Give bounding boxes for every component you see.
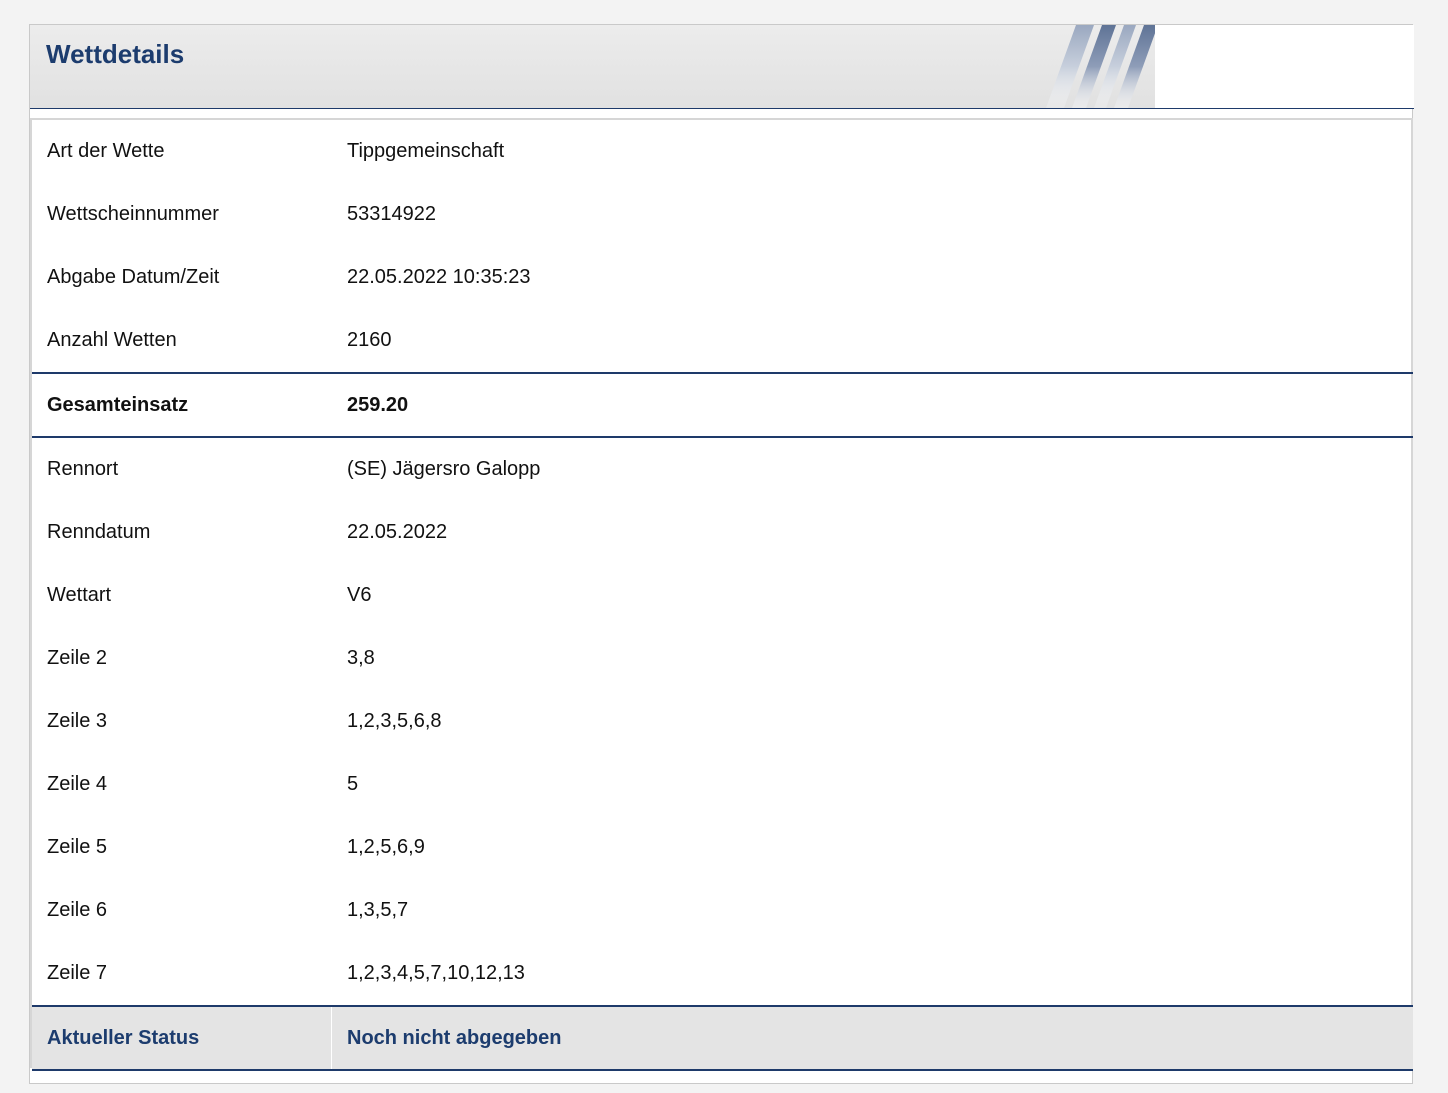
table-row: Renndatum 22.05.2022 xyxy=(32,501,1413,564)
row-value: 1,2,5,6,9 xyxy=(347,836,425,858)
total-stake-value: 259.20 xyxy=(347,393,409,416)
row-label: Zeile 7 xyxy=(47,962,108,984)
row-value: (SE) Jägersro Galopp xyxy=(347,458,541,480)
row-label: Zeile 6 xyxy=(47,899,108,921)
total-stake-row: Gesamteinsatz 259.20 xyxy=(32,372,1413,438)
table-row: Abgabe Datum/Zeit 22.05.2022 10:35:23 xyxy=(32,246,1413,309)
status-value: Noch nicht abgegeben xyxy=(347,1026,562,1049)
bet-details-panel: Wettdetails Art der Wette Tippgemeinscha… xyxy=(29,24,1414,1084)
table-row: Wettscheinnummer 53314922 xyxy=(32,183,1413,246)
total-stake-label: Gesamteinsatz xyxy=(47,393,189,416)
row-value: 53314922 xyxy=(347,203,436,225)
table-row: Zeile 2 3,8 xyxy=(32,627,1413,690)
status-row: Aktueller Status Noch nicht abgegeben xyxy=(32,1005,1413,1071)
table-row: Zeile 6 1,3,5,7 xyxy=(32,879,1413,942)
row-label: Wettart xyxy=(47,584,112,606)
row-label: Abgabe Datum/Zeit xyxy=(47,266,220,288)
page-title: Wettdetails xyxy=(46,39,185,69)
row-value: 5 xyxy=(347,773,359,795)
row-label: Wettscheinnummer xyxy=(47,203,219,225)
row-value: 3,8 xyxy=(347,647,375,669)
row-value: 22.05.2022 10:35:23 xyxy=(347,266,531,288)
row-label: Art der Wette xyxy=(47,140,165,162)
row-value: Tippgemeinschaft xyxy=(347,140,505,162)
table-row: Art der Wette Tippgemeinschaft xyxy=(32,120,1413,183)
details-table: Art der Wette Tippgemeinschaft Wettschei… xyxy=(30,118,1413,1071)
row-value: 1,2,3,5,6,8 xyxy=(347,710,442,732)
table-row: Zeile 4 5 xyxy=(32,753,1413,816)
row-label: Zeile 4 xyxy=(47,773,108,795)
panel-header: Wettdetails xyxy=(30,25,1414,109)
table-row: Zeile 5 1,2,5,6,9 xyxy=(32,816,1413,879)
status-divider xyxy=(331,1007,332,1069)
row-label: Zeile 3 xyxy=(47,710,108,732)
table-row: Anzahl Wetten 2160 xyxy=(32,309,1413,372)
row-value: 2160 xyxy=(347,329,392,351)
decorative-stripes-icon xyxy=(1046,25,1155,108)
row-label: Zeile 5 xyxy=(47,836,108,858)
row-value: V6 xyxy=(347,584,372,606)
row-label: Zeile 2 xyxy=(47,647,108,669)
status-label: Aktueller Status xyxy=(47,1026,200,1049)
header-background: Wettdetails xyxy=(30,25,1155,108)
table-row: Zeile 3 1,2,3,5,6,8 xyxy=(32,690,1413,753)
table-row: Rennort (SE) Jägersro Galopp xyxy=(32,438,1413,501)
row-label: Rennort xyxy=(47,458,119,480)
row-label: Renndatum xyxy=(47,521,151,543)
table-row: Wettart V6 xyxy=(32,564,1413,627)
row-label: Anzahl Wetten xyxy=(47,329,177,351)
row-value: 22.05.2022 xyxy=(347,521,448,543)
row-value: 1,2,3,4,5,7,10,12,13 xyxy=(347,962,525,984)
table-row: Zeile 7 1,2,3,4,5,7,10,12,13 xyxy=(32,942,1413,1005)
row-value: 1,3,5,7 xyxy=(347,899,409,921)
